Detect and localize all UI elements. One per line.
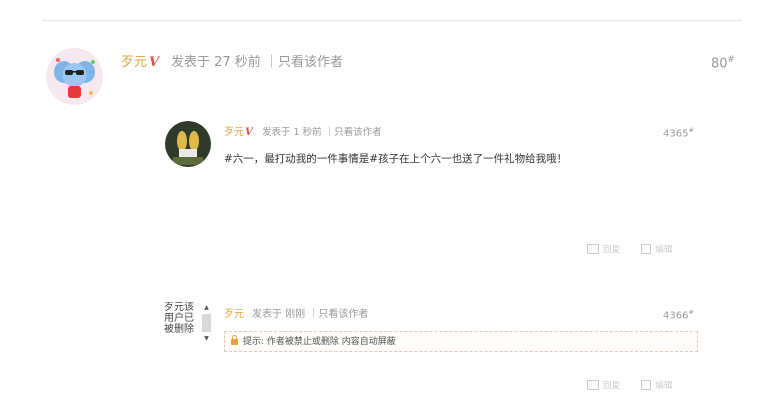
edit-button[interactable]: 编辑 <box>641 243 672 255</box>
reply-label: 回复 <box>603 381 621 391</box>
author-name[interactable]: 歹元V <box>121 51 159 70</box>
author-name-text[interactable]: 歹元 <box>224 127 244 138</box>
reply-button[interactable]: 回复 <box>587 243 620 255</box>
floor-number: 80# <box>711 54 735 71</box>
floor-number: 4365# <box>663 126 694 139</box>
floor-number-text: 80 <box>711 56 728 72</box>
floor-number-text: 4365 <box>663 128 689 140</box>
post-meta[interactable]: 发表于 刚刚 ｜只看该作者 <box>252 305 368 320</box>
post-meta[interactable]: 发表于 1 秒前 ｜只看该作者 <box>262 124 382 138</box>
edit-icon <box>641 380 652 390</box>
edit-button[interactable]: 编辑 <box>641 379 672 391</box>
post-actions: 回复 编辑 <box>587 379 672 391</box>
tip-label: 提示: <box>243 337 265 347</box>
post-content: #六一，最打动我的一件事情是#孩子在上个六一也送了一件礼物给我哦！ <box>224 153 568 165</box>
avatar[interactable] <box>46 48 103 105</box>
scroll-down-icon[interactable]: ▼ <box>202 335 211 342</box>
blocked-content-tip: 提示: 作者被禁止或删除 内容自动屏蔽 <box>224 331 698 352</box>
edit-label: 编辑 <box>655 381 673 391</box>
scroll-up-icon[interactable]: ▲ <box>202 304 211 311</box>
reply-icon <box>587 244 599 254</box>
edit-icon <box>641 244 652 254</box>
floor-number-text: 4366 <box>663 310 689 322</box>
floor-suffix: # <box>727 54 735 64</box>
scroll-thumb[interactable] <box>202 314 211 332</box>
floor-suffix: # <box>688 308 694 316</box>
edit-label: 编辑 <box>655 245 673 255</box>
floor-number: 4366# <box>663 308 694 321</box>
author-name-text[interactable]: 歹元 <box>121 55 147 70</box>
tip-text: 作者被禁止或删除 内容自动屏蔽 <box>266 337 396 347</box>
verified-icon: V <box>149 55 160 70</box>
author-name[interactable]: 歹元V <box>224 123 253 138</box>
reply-icon <box>587 380 599 390</box>
deleted-user-box: 歹元该用户已被删除 ▲ ▼ <box>164 302 212 346</box>
shoes-photo-avatar-icon <box>165 121 211 167</box>
avatar[interactable] <box>165 121 211 167</box>
author-name[interactable]: 歹元 <box>224 305 244 320</box>
deleted-user-text: 歹元该用户已被删除 <box>164 302 194 335</box>
verified-icon: V <box>245 127 253 138</box>
reply-button[interactable]: 回复 <box>587 379 620 391</box>
reply-label: 回复 <box>603 245 621 255</box>
post-actions: 回复 编辑 <box>587 243 672 255</box>
floor-suffix: # <box>688 126 694 134</box>
lock-icon <box>231 335 238 345</box>
post-meta[interactable]: 发表于 27 秒前 ｜只看该作者 <box>171 51 343 70</box>
scrollbar[interactable]: ▲ ▼ <box>202 304 211 344</box>
top-divider <box>42 20 742 21</box>
cartoon-elephant-avatar-icon <box>46 48 103 105</box>
